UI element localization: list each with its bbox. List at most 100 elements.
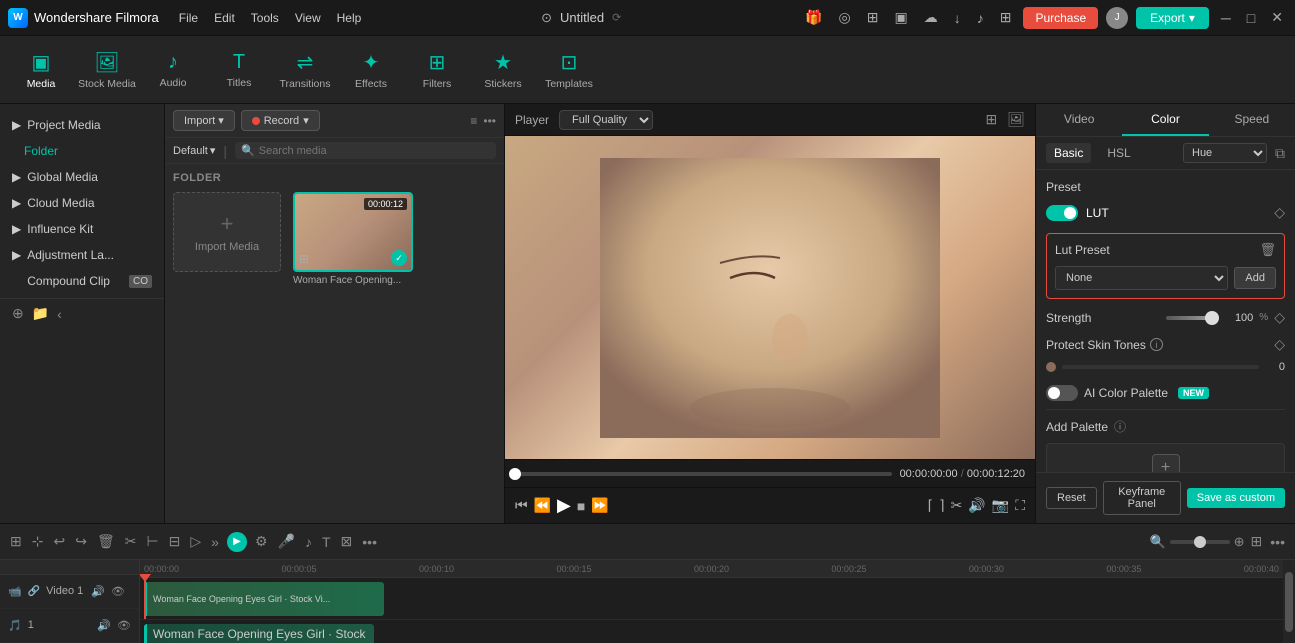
sidebar-item-global-media[interactable]: ▶ Global Media <box>0 164 164 190</box>
menu-view[interactable]: View <box>295 11 321 25</box>
tl-redo-icon[interactable]: ↪ <box>73 531 89 552</box>
fullscreen-icon[interactable]: ⛶ <box>1015 497 1025 514</box>
tl-mute-icon[interactable]: 🔊 <box>97 619 111 632</box>
protect-skin-diamond-icon[interactable]: ◇ <box>1274 336 1285 353</box>
more-icon[interactable]: ••• <box>483 114 496 128</box>
import-button[interactable]: Import ▾ <box>173 110 235 131</box>
keyframe-panel-button[interactable]: Keyframe Panel <box>1103 481 1181 515</box>
skip-back-icon[interactable]: ⏮ <box>515 497 528 514</box>
tl-play-icon[interactable]: ▶ <box>227 532 247 552</box>
tl-magnet-icon[interactable]: ⊹ <box>30 531 46 552</box>
toolbar-audio[interactable]: ♪ Audio <box>142 41 204 99</box>
video-clip-audio-0[interactable]: Woman Face Opening Eyes Girl · Stock Vi.… <box>144 624 374 643</box>
screen-icon[interactable]: ⊞ <box>863 7 883 28</box>
default-sort-button[interactable]: Default ▾ <box>173 144 215 157</box>
lut-preset-select[interactable]: None <box>1055 266 1228 290</box>
toolbar-templates[interactable]: ⊡ Templates <box>538 41 600 99</box>
menu-help[interactable]: Help <box>337 11 362 25</box>
image-view-icon[interactable]: 🖼 <box>1007 111 1025 128</box>
minimize-icon[interactable]: ─ <box>1217 8 1235 28</box>
tab-speed[interactable]: Speed <box>1209 104 1295 136</box>
compare-icon[interactable]: ⧉ <box>1275 145 1285 162</box>
lut-toggle[interactable] <box>1046 205 1078 221</box>
toolbar-transitions[interactable]: ⇌ Transitions <box>274 41 336 99</box>
tl-text-icon[interactable]: T <box>320 532 333 552</box>
sidebar-item-compound-clip[interactable]: ▶ Compound Clip CO <box>0 268 164 294</box>
play-icon[interactable]: ▶ <box>557 495 571 516</box>
grid-view-toggle[interactable]: ⊞ <box>1249 531 1265 552</box>
lut-diamond-icon[interactable]: ◇ <box>1274 204 1285 221</box>
filter-icon[interactable]: ≡ <box>470 114 477 128</box>
sidebar-item-cloud-media[interactable]: ▶ Cloud Media <box>0 190 164 216</box>
toolbar-media[interactable]: ▣ Media <box>10 41 72 99</box>
toolbar-stock-media[interactable]: 🖼 Stock Media <box>76 41 138 99</box>
zoom-out-icon[interactable]: 🔍 <box>1149 534 1165 550</box>
cloud-save-icon[interactable]: ☁ <box>920 7 942 28</box>
tl-undo-icon[interactable]: ↩ <box>51 531 67 552</box>
tl-settings-icon[interactable]: ⚙ <box>253 531 270 552</box>
trash-icon[interactable]: 🗑 <box>1259 242 1276 258</box>
tl-more-icon[interactable]: » <box>209 532 221 552</box>
tl-eye2-icon[interactable]: 👁 <box>117 619 131 632</box>
record-button[interactable]: Record ▾ <box>241 110 320 131</box>
menu-tools[interactable]: Tools <box>251 11 279 25</box>
folder-icon[interactable]: 📁 <box>32 305 49 322</box>
tab-color[interactable]: Color <box>1122 104 1208 136</box>
tl-more2-icon[interactable]: ••• <box>360 532 379 552</box>
toolbar-stickers[interactable]: ★ Stickers <box>472 41 534 99</box>
gift-icon[interactable]: 🎁 <box>801 7 826 28</box>
tl-crop-icon[interactable]: ⊟ <box>167 531 183 552</box>
mark-in-icon[interactable]: ⌈ <box>928 497 933 514</box>
zoom-slider[interactable] <box>1170 540 1230 544</box>
skin-slider[interactable] <box>1062 365 1259 369</box>
tl-split-icon[interactable]: ⊢ <box>144 531 160 552</box>
ai-palette-toggle[interactable] <box>1046 385 1078 401</box>
tl-detach-icon[interactable]: ⊠ <box>339 531 355 552</box>
folder-plus-icon[interactable]: ⊕ <box>12 305 24 322</box>
close-icon[interactable]: ✕ <box>1267 7 1287 28</box>
user-avatar[interactable]: J <box>1106 7 1128 29</box>
grid-view-icon[interactable]: ⊞ <box>985 111 997 128</box>
timeline-scrollbar[interactable] <box>1283 560 1295 643</box>
subtab-hsl[interactable]: HSL <box>1099 143 1138 163</box>
tl-layout-icon[interactable]: ⊞ <box>8 531 24 552</box>
maximize-icon[interactable]: □ <box>1243 8 1259 28</box>
download-icon[interactable]: ↓ <box>950 8 965 28</box>
track-content[interactable]: 00:00:00 00:00:05 00:00:10 00:00:15 00:0… <box>140 560 1283 643</box>
tl-delete-icon[interactable]: 🗑 <box>95 531 117 552</box>
reset-button[interactable]: Reset <box>1046 487 1097 509</box>
aim-icon[interactable]: ◎ <box>835 7 855 28</box>
search-input[interactable] <box>259 145 490 157</box>
strength-diamond-icon[interactable]: ◇ <box>1274 309 1285 326</box>
subtab-basic[interactable]: Basic <box>1046 143 1091 163</box>
mark-out-icon[interactable]: ⌉ <box>939 497 944 514</box>
tl-eye-icon[interactable]: 👁 <box>111 585 125 598</box>
save-as-custom-button[interactable]: Save as custom <box>1187 488 1285 508</box>
tl-mic-icon[interactable]: 🎤 <box>276 531 297 552</box>
tl-cut-icon[interactable]: ✂ <box>123 531 139 552</box>
step-back-icon[interactable]: ⏪ <box>534 497 551 514</box>
screenshot-icon[interactable]: 📷 <box>992 497 1009 514</box>
monitor-icon[interactable]: ▣ <box>890 7 911 28</box>
add-palette-button[interactable]: + <box>1152 454 1180 472</box>
clip-icon[interactable]: ✂ <box>951 497 963 514</box>
tl-speed-icon[interactable]: ▷ <box>188 531 203 552</box>
sidebar-item-folder[interactable]: Folder <box>0 138 164 164</box>
speaker-icon[interactable]: 🔊 <box>968 497 985 514</box>
toolbar-effects[interactable]: ✦ Effects <box>340 41 402 99</box>
zoom-in-icon[interactable]: ⊕ <box>1234 534 1245 550</box>
quality-select[interactable]: Full Quality 1/2 Quality 1/4 Quality <box>559 110 653 130</box>
hsl-color-select[interactable]: Hue Saturation Luminance <box>1183 143 1267 163</box>
sidebar-item-influence-kit[interactable]: ▶ Influence Kit <box>0 216 164 242</box>
menu-edit[interactable]: Edit <box>214 11 235 25</box>
add-lut-button[interactable]: Add <box>1234 267 1276 289</box>
sidebar-item-adjustment[interactable]: ▶ Adjustment La... <box>0 242 164 268</box>
media-tile-0[interactable]: 00:00:12 ⊞ ✓ Woman Face Opening... <box>293 192 413 286</box>
progress-bar[interactable] <box>515 472 892 476</box>
sidebar-collapse-icon[interactable]: ‹ <box>57 306 62 322</box>
sidebar-item-project-media[interactable]: ▶ Project Media <box>0 112 164 138</box>
grid-icon[interactable]: ⊞ <box>996 7 1016 28</box>
toolbar-filters[interactable]: ⊞ Filters <box>406 41 468 99</box>
stop-icon[interactable]: ■ <box>577 498 585 514</box>
bell-icon[interactable]: ♪ <box>973 8 988 28</box>
